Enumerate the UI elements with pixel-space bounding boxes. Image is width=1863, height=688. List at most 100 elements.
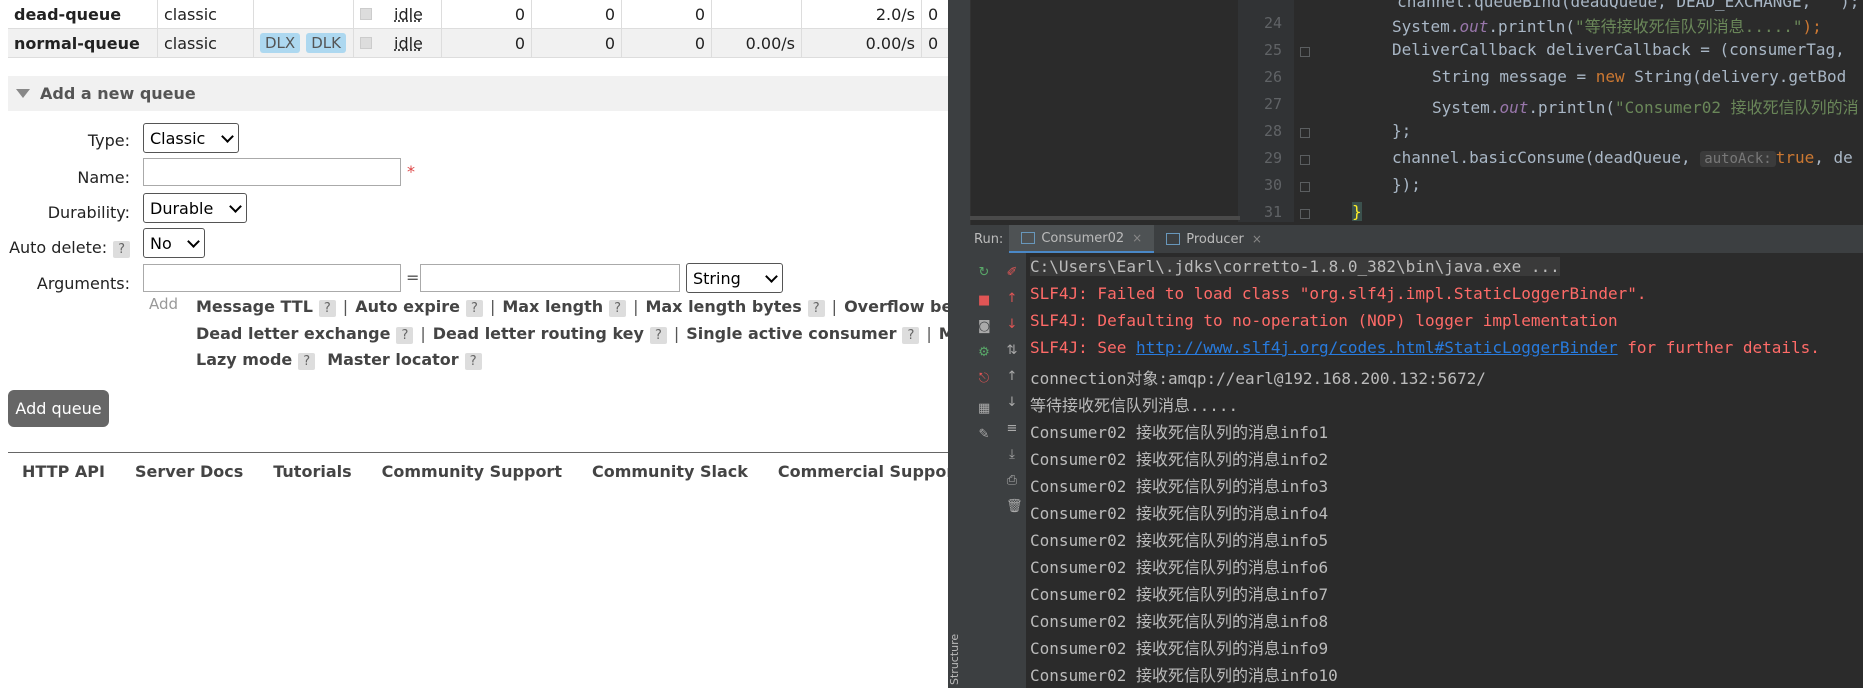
ack-rate: 0 bbox=[922, 0, 948, 28]
horizontal-scrollbar[interactable] bbox=[970, 216, 1240, 220]
help-icon[interactable]: ? bbox=[396, 327, 414, 344]
console-error-line: SLF4J: Failed to load class "org.slf4j.i… bbox=[1030, 284, 1647, 303]
auto-delete-select-value: No bbox=[150, 233, 172, 253]
argument-key-input[interactable] bbox=[143, 264, 401, 292]
up-icon[interactable]: ↑ bbox=[1006, 370, 1018, 383]
auto-delete-select[interactable]: No bbox=[143, 228, 205, 258]
hint-dead-letter-routing-key[interactable]: Dead letter routing key bbox=[433, 324, 644, 343]
hint-max-length-bytes[interactable]: Max length bytes bbox=[645, 297, 801, 316]
hint-single-active-consumer[interactable]: Single active consumer bbox=[686, 324, 896, 343]
code-token: String(delivery.getBod bbox=[1624, 67, 1847, 86]
hint-master-locator[interactable]: Master locator bbox=[327, 350, 459, 369]
code-line-26: String message = new String(delivery.get… bbox=[1432, 67, 1846, 86]
messages-total: 0 bbox=[622, 29, 712, 57]
add-queue-button[interactable]: Add queue bbox=[8, 390, 109, 427]
stop-icon[interactable]: ■ bbox=[978, 294, 990, 307]
queue-name[interactable]: dead-queue bbox=[8, 0, 158, 28]
help-icon[interactable]: ? bbox=[649, 327, 667, 344]
hint-message-ttl[interactable]: Message TTL bbox=[196, 297, 313, 316]
arrow-up-icon[interactable]: ↑ bbox=[1006, 292, 1018, 305]
help-icon[interactable]: ? bbox=[466, 300, 483, 317]
add-queue-section-toggle[interactable]: Add a new queue bbox=[8, 76, 948, 111]
state-square-icon bbox=[360, 8, 372, 20]
help-icon[interactable]: ? bbox=[464, 353, 482, 370]
argument-hints-row: Lazy mode? Master locator? bbox=[196, 350, 482, 370]
help-icon[interactable]: ? bbox=[318, 300, 336, 317]
tab-consumer02[interactable]: Consumer02 × bbox=[1009, 225, 1155, 253]
type-select[interactable]: Classic bbox=[143, 123, 239, 153]
layout-icon[interactable]: ▦ bbox=[978, 402, 990, 415]
argument-type-select[interactable]: String bbox=[686, 263, 783, 293]
durability-select[interactable]: Durable bbox=[143, 193, 247, 223]
sort-icon[interactable]: ⇅ bbox=[1006, 344, 1018, 357]
fold-icon[interactable] bbox=[1300, 155, 1310, 165]
queue-name[interactable]: normal-queue bbox=[8, 29, 158, 57]
auto-delete-text: Auto delete: bbox=[9, 238, 108, 257]
footer-link-community-support[interactable]: Community Support bbox=[382, 462, 562, 481]
help-icon[interactable]: ? bbox=[609, 300, 627, 317]
footer-link-commercial-support[interactable]: Commercial Support bbox=[778, 462, 948, 481]
footer-link-http-api[interactable]: HTTP API bbox=[22, 462, 105, 481]
code-token: out bbox=[1499, 98, 1529, 117]
deliver-rate: 2.0/s bbox=[802, 0, 922, 28]
collapse-triangle-icon bbox=[16, 89, 30, 98]
down-icon[interactable]: ↓ bbox=[1006, 396, 1018, 409]
hint-dead-letter-exchange[interactable]: Dead letter exchange bbox=[196, 324, 390, 343]
exit-icon[interactable]: ⎋ bbox=[978, 372, 990, 385]
footer-link-server-docs[interactable]: Server Docs bbox=[135, 462, 243, 481]
console-link[interactable]: http://www.slf4j.org/codes.html#StaticLo… bbox=[1136, 338, 1618, 357]
fold-icon[interactable] bbox=[1300, 182, 1310, 192]
run-label: Run: bbox=[974, 231, 1004, 247]
print-icon[interactable]: ⎙ bbox=[1006, 474, 1018, 487]
type-select-value: Classic bbox=[150, 128, 206, 148]
state-square-icon bbox=[360, 37, 372, 49]
hint-auto-expire[interactable]: Auto expire bbox=[355, 297, 460, 316]
help-icon[interactable]: ? bbox=[113, 241, 130, 258]
name-input[interactable] bbox=[143, 158, 401, 186]
pin-icon[interactable]: ✎ bbox=[978, 428, 990, 441]
close-icon[interactable]: × bbox=[1132, 231, 1142, 245]
equals-sign: = bbox=[406, 268, 420, 287]
param-hint: autoAck: bbox=[1700, 151, 1776, 167]
help-icon[interactable]: ? bbox=[298, 353, 316, 370]
help-icon[interactable]: ? bbox=[902, 327, 920, 344]
dlx-badge: DLX bbox=[260, 33, 301, 53]
trash-icon[interactable]: 🗑 bbox=[1006, 500, 1023, 513]
structure-tool-tab[interactable]: Structure bbox=[948, 630, 970, 688]
code-keyword: true bbox=[1775, 148, 1815, 167]
run-tool-column-2: ✐ ↑ ↓ ⇅ ↑ ↓ ≡ ⤓ ⎙ 🗑 bbox=[998, 253, 1027, 688]
help-icon[interactable]: ? bbox=[807, 300, 825, 317]
tab-producer[interactable]: Producer × bbox=[1154, 225, 1274, 253]
state-label: idle bbox=[394, 33, 423, 53]
argument-value-input[interactable] bbox=[420, 264, 680, 292]
console-output[interactable]: C:\Users\Earl\.jdks\corretto-1.8.0_382\b… bbox=[1026, 253, 1863, 688]
fold-icon[interactable] bbox=[1300, 47, 1310, 57]
hint-max-length[interactable]: Max length bbox=[502, 297, 603, 316]
hint-overflow-behaviour[interactable]: Overflow beh bbox=[844, 297, 948, 316]
auto-delete-label: Auto delete:? bbox=[9, 238, 130, 258]
close-icon[interactable]: × bbox=[1252, 232, 1262, 246]
footer-link-community-slack[interactable]: Community Slack bbox=[592, 462, 748, 481]
hint-max-priority[interactable]: Max bbox=[939, 324, 948, 343]
rerun-icon[interactable]: ↻ bbox=[978, 266, 990, 279]
code-line-23: channel.queueBind(deadQueue, DEAD_EXCHAN… bbox=[1320, 0, 1860, 11]
camera-icon[interactable]: ◙ bbox=[978, 320, 991, 333]
type-label: Type: bbox=[87, 131, 130, 150]
arrow-down-icon[interactable]: ↓ bbox=[1006, 318, 1018, 331]
hint-lazy-mode[interactable]: Lazy mode bbox=[196, 350, 292, 369]
name-label: Name: bbox=[77, 168, 130, 187]
add-argument-link[interactable]: Add bbox=[149, 295, 178, 313]
wrench-icon[interactable]: ✐ bbox=[1006, 266, 1018, 279]
table-row[interactable]: dead-queue classic idle 0 0 0 2.0/s 0 bbox=[8, 0, 948, 29]
fold-icon[interactable] bbox=[1300, 209, 1310, 219]
code-token: System. bbox=[1392, 17, 1460, 36]
table-row[interactable]: normal-queue classic DLX DLK idle 0 0 0 … bbox=[8, 29, 948, 58]
settings-icon[interactable]: ⚙ bbox=[978, 346, 990, 359]
chevron-down-icon bbox=[765, 269, 778, 283]
footer-link-tutorials[interactable]: Tutorials bbox=[273, 462, 351, 481]
fold-icon[interactable] bbox=[1300, 128, 1310, 138]
console-message-line: Consumer02 接收死信队列的消息info1 bbox=[1030, 423, 1329, 442]
scroll-to-end-icon[interactable]: ⤓ bbox=[1006, 448, 1018, 461]
soft-wrap-icon[interactable]: ≡ bbox=[1006, 422, 1018, 435]
state-label: idle bbox=[394, 4, 423, 24]
